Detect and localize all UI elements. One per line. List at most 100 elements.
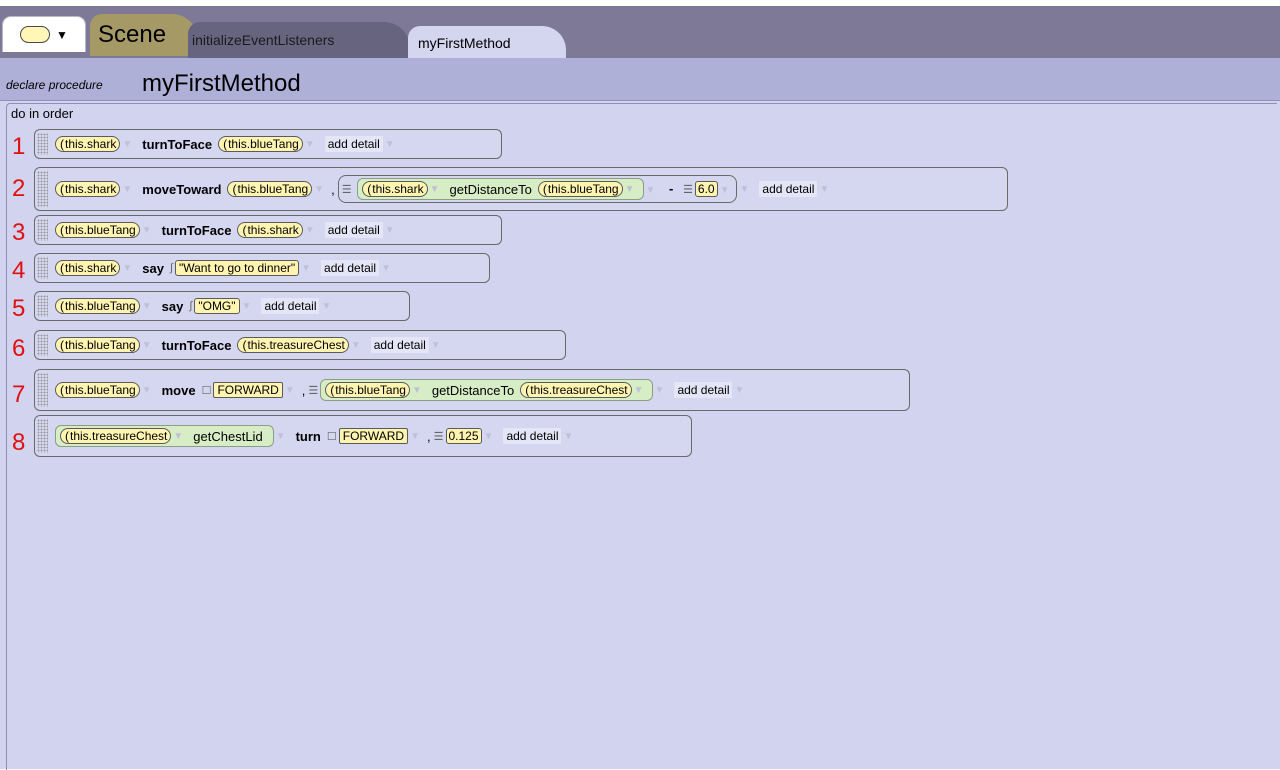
string-value[interactable]: "Want to go to dinner" [174,260,300,276]
statement-1[interactable]: this.shark▼ turnToFace this.blueTang▼ ad… [34,129,502,159]
tab-scene[interactable]: Scene [90,14,198,56]
dropdown-arrow-icon[interactable]: ▼ [625,184,635,195]
dropdown-arrow-icon[interactable]: ▼ [739,184,749,195]
function-target[interactable]: this.treasureChest [60,428,172,444]
target-object[interactable]: this.shark [55,260,121,276]
direction-value[interactable]: FORWARD [338,428,409,444]
dropdown-arrow-icon[interactable]: ▼ [720,185,730,196]
add-detail-button[interactable]: add detail [324,222,383,238]
dropdown-arrow-icon[interactable]: ▼ [305,139,315,150]
dropdown-arrow-icon[interactable]: ▼ [314,184,324,195]
dropdown-arrow-icon[interactable]: ▼ [412,385,422,396]
target-object[interactable]: this.blueTang [55,298,140,314]
target-object[interactable]: this.shark [55,136,121,152]
function-argument[interactable]: this.blueTang [537,181,623,197]
dropdown-arrow-icon[interactable]: ▼ [410,431,420,442]
drag-handle[interactable] [37,419,48,453]
method-name: turnToFace [161,222,232,238]
type-selector-tab[interactable]: ▼ [2,16,86,52]
dropdown-arrow-icon[interactable]: ▼ [819,184,829,195]
drag-handle[interactable] [37,257,48,279]
statement-2[interactable]: this.shark▼ moveToward this.blueTang▼ , … [34,167,1008,211]
dropdown-arrow-icon[interactable]: ▼ [734,385,744,396]
add-detail-button[interactable]: add detail [759,181,818,197]
dropdown-arrow-icon[interactable]: ▼ [122,263,132,274]
drag-handle[interactable] [37,373,48,407]
add-detail-button[interactable]: add detail [261,298,320,314]
drag-handle[interactable] [37,334,48,356]
declare-procedure-label: declare procedure [6,78,103,92]
dropdown-arrow-icon[interactable]: ▼ [381,263,391,274]
number-icon: ☰ [433,430,444,443]
statement-5[interactable]: this.blueTang▼ say ∫"OMG"▼ add detail▼ [34,291,410,321]
statement-6[interactable]: this.blueTang▼ turnToFace this.treasureC… [34,330,566,360]
string-icon: ∫ [189,300,193,312]
statement-4[interactable]: this.shark▼ say ∫"Want to go to dinner"▼… [34,253,490,283]
function-target[interactable]: this.blueTang [325,382,410,398]
target-object[interactable]: this.shark [55,181,121,197]
statement-7[interactable]: this.blueTang▼ move ☐FORWARD▼ , ☰ this.b… [34,369,910,411]
statement-number: 5 [12,295,26,322]
direction-value[interactable]: FORWARD [213,382,283,398]
tab-bar: ▼ Scene initializeEventListeners myFirst… [0,6,1280,60]
argument[interactable]: this.shark [237,222,303,238]
function-target[interactable]: this.shark [362,181,428,197]
target-object[interactable]: this.blueTang [55,222,140,238]
function-call[interactable]: this.blueTang▼ getDistanceTo this.treasu… [320,379,653,401]
statement-number: 1 [12,133,26,160]
statement-3[interactable]: this.blueTang▼ turnToFace this.shark▼ ad… [34,215,502,245]
number-value[interactable]: 0.125 [445,428,482,444]
dropdown-arrow-icon[interactable]: ▼ [142,340,152,351]
dropdown-arrow-icon[interactable]: ▼ [142,385,152,396]
dropdown-arrow-icon[interactable]: ▼ [173,431,183,442]
statement-8[interactable]: this.treasureChest▼ getChestLid ▼ turn ☐… [34,415,692,457]
tab-initialize-event-listeners[interactable]: initializeEventListeners [188,22,410,58]
dropdown-arrow-icon[interactable]: ▼ [484,431,494,442]
dropdown-arrow-icon[interactable]: ▼ [563,431,573,442]
dropdown-arrow-icon[interactable]: ▼ [431,340,441,351]
argument[interactable]: this.treasureChest [237,337,349,353]
dropdown-arrow-icon[interactable]: ▼ [385,139,395,150]
method-name: moveToward [142,181,222,197]
statement-number: 8 [12,429,26,456]
dropdown-arrow-icon[interactable]: ▼ [634,385,644,396]
tab-initialize-label: initializeEventListeners [192,32,335,48]
argument[interactable]: this.blueTang [227,181,313,197]
dropdown-arrow-icon[interactable]: ▼ [142,301,152,312]
target-object[interactable]: this.blueTang [55,382,140,398]
dropdown-arrow-icon[interactable]: ▼ [385,225,395,236]
dropdown-arrow-icon[interactable]: ▼ [242,301,252,312]
function-call[interactable]: this.shark▼ getDistanceTo this.blueTang▼ [357,178,644,200]
dropdown-arrow-icon[interactable]: ▼ [351,340,361,351]
dropdown-arrow-icon[interactable]: ▼ [430,184,440,195]
tab-my-first-method[interactable]: myFirstMethod [408,26,566,60]
dropdown-arrow-icon[interactable]: ▼ [285,385,295,396]
drag-handle[interactable] [37,133,48,155]
drag-handle[interactable] [37,219,48,241]
argument[interactable]: this.blueTang [218,136,303,152]
add-detail-button[interactable]: add detail [674,382,733,398]
dropdown-arrow-icon[interactable]: ▼ [305,225,315,236]
dropdown-arrow-icon[interactable]: ▼ [276,431,286,442]
function-call[interactable]: this.treasureChest▼ getChestLid [55,425,274,447]
add-detail-button[interactable]: add detail [503,428,562,444]
add-detail-button[interactable]: add detail [370,337,429,353]
dropdown-arrow-icon[interactable]: ▼ [122,184,132,195]
dropdown-arrow-icon[interactable]: ▼ [122,139,132,150]
dropdown-arrow-icon[interactable]: ▼ [56,28,68,42]
dropdown-arrow-icon[interactable]: ▼ [301,263,311,274]
number-value[interactable]: 6.0 [694,181,718,197]
drag-handle[interactable] [37,295,48,317]
dropdown-arrow-icon[interactable]: ▼ [142,225,152,236]
add-detail-button[interactable]: add detail [321,260,380,276]
string-value[interactable]: "OMG" [194,298,240,314]
function-argument[interactable]: this.treasureChest [520,382,632,398]
dropdown-arrow-icon[interactable]: ▼ [646,185,656,196]
add-detail-button[interactable]: add detail [324,136,383,152]
drag-handle[interactable] [37,171,48,207]
code-editor: do in order 1 this.shark▼ turnToFace thi… [0,101,1280,770]
arithmetic-expression[interactable]: ☰ this.shark▼ getDistanceTo this.blueTan… [337,175,738,203]
target-object[interactable]: this.blueTang [55,337,140,353]
dropdown-arrow-icon[interactable]: ▼ [655,385,665,396]
dropdown-arrow-icon[interactable]: ▼ [321,301,331,312]
